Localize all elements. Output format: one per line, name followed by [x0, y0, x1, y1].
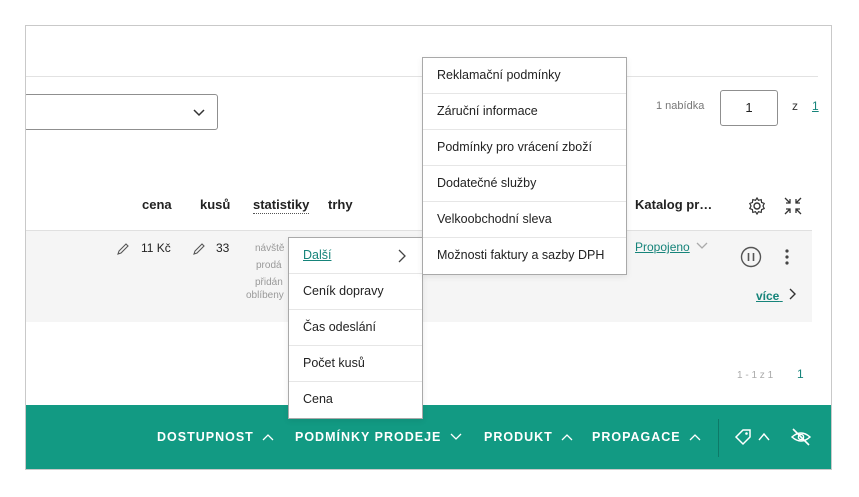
menu-item-label: Podmínky pro vrácení zboží: [437, 140, 592, 154]
menu-item-cenik-dopravy[interactable]: Ceník dopravy: [289, 274, 422, 310]
chevron-down-icon: [193, 109, 205, 117]
stat-line: prodá: [256, 260, 282, 271]
offers-count: 1 nabídka: [656, 100, 705, 112]
header-trhy[interactable]: trhy: [328, 197, 353, 212]
page-total-link[interactable]: 1: [812, 99, 819, 113]
bar-produkt-label: PRODUKT: [484, 430, 553, 444]
bar-divider: [718, 419, 719, 457]
menu-item-pocet-kusu[interactable]: Počet kusů: [289, 346, 422, 382]
menu-item-label: Ceník dopravy: [303, 284, 384, 298]
filter-select[interactable]: [26, 94, 218, 130]
menu-item-label: Čas odeslání: [303, 320, 376, 334]
kebab-icon[interactable]: [779, 247, 795, 267]
chevron-right-icon: [398, 249, 406, 263]
price-value: 11 Kč: [141, 241, 171, 255]
menu-item-label: Reklamační podmínky: [437, 68, 561, 82]
chevron-down-icon: [696, 242, 708, 249]
menu-item-label: Velkoobchodní sleva: [437, 212, 552, 226]
page-of-label: z: [792, 99, 798, 113]
header-statistiky[interactable]: statistiky: [253, 197, 310, 214]
menu-item-label: Cena: [303, 392, 333, 406]
pencil-icon[interactable]: [116, 242, 130, 256]
chevron-up-icon: [689, 434, 701, 441]
menu-item-zarucni[interactable]: Záruční informace: [423, 94, 626, 130]
bar-dostupnost-label: DOSTUPNOST: [157, 430, 254, 444]
header-kusu[interactable]: kusů: [200, 197, 230, 212]
header-katalog[interactable]: Katalog pr…: [635, 197, 712, 212]
menu-item-cena[interactable]: Cena: [289, 382, 422, 418]
chevron-down-icon: [450, 433, 462, 440]
bar-dostupnost[interactable]: DOSTUPNOST: [157, 430, 274, 444]
bar-produkt[interactable]: PRODUKT: [484, 430, 573, 444]
chevron-up-icon: [262, 434, 274, 441]
catalog-status[interactable]: Propojeno: [635, 240, 708, 254]
menu-item-label: Další: [303, 248, 332, 262]
header-cena[interactable]: cena: [142, 197, 172, 212]
pagination-bottom-label: 1 - 1 z 1: [737, 370, 774, 381]
menu-item-velkoobchodni[interactable]: Velkoobchodní sleva: [423, 202, 626, 238]
page-input[interactable]: 1: [720, 90, 778, 126]
menu-item-faktura[interactable]: Možnosti faktury a sazby DPH: [423, 238, 626, 274]
chevron-up-icon[interactable]: [758, 432, 770, 441]
stat-line: návště: [255, 243, 285, 254]
stat-line: oblíbeny: [246, 290, 284, 301]
menu-item-vraceni[interactable]: Podmínky pro vrácení zboží: [423, 130, 626, 166]
bar-podminky-label: PODMÍNKY PRODEJE: [295, 430, 442, 444]
dropdown-submenu-right: Reklamační podmínky Záruční informace Po…: [422, 57, 627, 275]
menu-item-label: Záruční informace: [437, 104, 538, 118]
menu-item-dodatecne[interactable]: Dodatečné služby: [423, 166, 626, 202]
menu-item-label: Dodatečné služby: [437, 176, 537, 190]
tag-icon[interactable]: [733, 427, 753, 447]
pencil-icon[interactable]: [192, 242, 206, 256]
eye-off-icon[interactable]: [790, 427, 812, 447]
catalog-status-link[interactable]: Propojeno: [635, 240, 690, 254]
menu-item-label: Možnosti faktury a sazby DPH: [437, 248, 605, 262]
menu-item-cas-odeslani[interactable]: Čas odeslání: [289, 310, 422, 346]
bottom-action-bar: DOSTUPNOST PODMÍNKY PRODEJE PRODUKT PROP…: [26, 405, 831, 469]
qty-value: 33: [216, 241, 230, 255]
collapse-icon[interactable]: [783, 196, 803, 216]
gear-icon[interactable]: [747, 196, 767, 216]
more-label[interactable]: více: [756, 289, 779, 303]
bar-propagace[interactable]: PROPAGACE: [592, 430, 701, 444]
bar-podminky-prodeje[interactable]: PODMÍNKY PRODEJE: [295, 430, 462, 444]
pause-icon[interactable]: [740, 246, 762, 268]
more-link[interactable]: více: [756, 288, 797, 303]
menu-item-dalsi[interactable]: Další: [289, 238, 422, 274]
menu-item-reklamacni[interactable]: Reklamační podmínky: [423, 58, 626, 94]
dropdown-menu-left: Další Ceník dopravy Čas odeslání Počet k…: [288, 237, 423, 419]
chevron-right-icon: [789, 288, 796, 300]
bar-propagace-label: PROPAGACE: [592, 430, 681, 444]
menu-item-label: Počet kusů: [303, 356, 365, 370]
stat-line: přidán: [255, 277, 283, 288]
chevron-up-icon: [561, 434, 573, 441]
pagination-bottom-page[interactable]: 1: [797, 367, 804, 381]
